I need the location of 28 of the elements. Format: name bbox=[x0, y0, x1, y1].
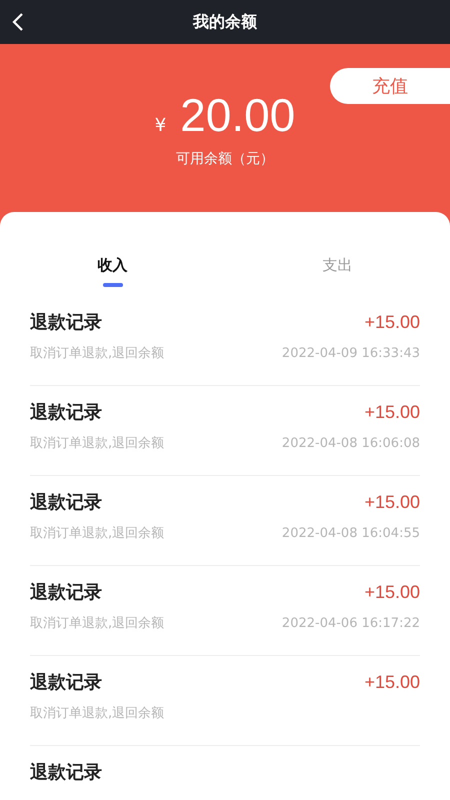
record-time: 2022-04-09 16:33:43 bbox=[282, 346, 420, 360]
record-description: 取消订单退款,退回余额 bbox=[30, 525, 164, 542]
record-title: 退款记录 bbox=[30, 761, 102, 784]
tab[interactable]: 支出 bbox=[225, 256, 450, 296]
record-title: 退款记录 bbox=[30, 491, 102, 514]
balance-amount: 20.00 bbox=[180, 88, 296, 142]
record-description: 取消订单退款,退回余额 bbox=[30, 345, 164, 362]
record-title: 退款记录 bbox=[30, 401, 102, 424]
balance-label: 可用余额（元） bbox=[176, 150, 274, 168]
record-time: 2022-04-08 16:06:08 bbox=[282, 436, 420, 450]
record-amount: +15.00 bbox=[364, 402, 420, 422]
record-description: 取消订单退款,退回余额 bbox=[30, 615, 164, 632]
record-title: 退款记录 bbox=[30, 311, 102, 334]
record-time: 2022-04-06 16:17:22 bbox=[282, 616, 420, 630]
back-icon[interactable] bbox=[12, 12, 24, 32]
record-time: 2022-04-08 16:04:55 bbox=[282, 526, 420, 540]
record-description: 取消订单退款,退回余额 bbox=[30, 435, 164, 452]
record-amount: +15.00 bbox=[364, 672, 420, 692]
recharge-button[interactable]: 充值 bbox=[330, 68, 450, 104]
currency-symbol: ¥ bbox=[154, 115, 166, 136]
record-amount: +15.00 bbox=[364, 492, 420, 512]
record-title: 退款记录 bbox=[30, 671, 102, 694]
record-title: 退款记录 bbox=[30, 581, 102, 604]
record-amount: +15.00 bbox=[364, 312, 420, 332]
page-title: 我的余额 bbox=[193, 12, 257, 32]
record-description: 取消订单退款,退回余额 bbox=[30, 705, 164, 722]
tab[interactable]: 收入 bbox=[0, 256, 225, 296]
record-amount: +15.00 bbox=[364, 582, 420, 602]
